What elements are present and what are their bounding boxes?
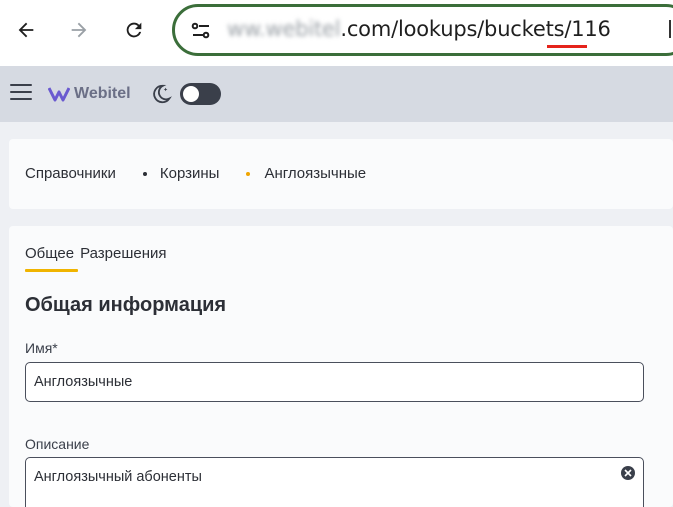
breadcrumb-item-buckets[interactable]: Корзины <box>160 165 220 182</box>
forward-button[interactable] <box>63 14 95 46</box>
menu-icon[interactable] <box>10 84 32 102</box>
url-path: .com/lookups/buckets/ <box>340 17 572 41</box>
toggle-knob <box>183 86 199 102</box>
description-label: Описание <box>25 436 90 452</box>
url-id-underline <box>547 45 587 48</box>
breadcrumb-item-current: Англоязычные <box>264 165 367 182</box>
name-value: Англоязычные <box>34 374 133 390</box>
address-bar[interactable]: ww.webitel.com/lookups/buckets/116 <box>172 4 673 56</box>
tabs: Общее Разрешения <box>25 245 173 272</box>
url-id: 116 <box>571 17 611 41</box>
name-field[interactable]: Англоязычные <box>25 362 644 402</box>
breadcrumb-item-directories[interactable]: Справочники <box>25 165 116 182</box>
url-text: ww.webitel.com/lookups/buckets/116 <box>227 17 611 41</box>
section-title: Общая информация <box>25 294 227 316</box>
main-card: Общее Разрешения Общая информация Имя* А… <box>9 226 673 507</box>
theme-toggle[interactable] <box>180 83 221 105</box>
logo-text: Webitel <box>74 85 131 102</box>
arrow-left-icon <box>18 22 34 38</box>
toolbar-edge <box>669 20 671 38</box>
breadcrumb-card: Справочники Корзины Англоязычные <box>9 139 673 209</box>
site-settings-icon[interactable] <box>189 19 213 43</box>
clear-icon[interactable] <box>621 466 635 480</box>
description-field[interactable]: Англоязычный абоненты <box>25 457 644 507</box>
tab-permissions[interactable]: Разрешения <box>80 245 166 272</box>
webitel-logo-icon <box>48 87 70 102</box>
reload-icon <box>126 22 142 38</box>
back-button[interactable] <box>10 14 42 46</box>
url-host-blurred: ww.webitel <box>227 17 341 41</box>
breadcrumb-separator <box>142 171 147 176</box>
webitel-logo[interactable]: Webitel <box>48 82 131 106</box>
name-label: Имя* <box>25 340 58 356</box>
breadcrumb-separator-active <box>246 171 251 176</box>
arrow-right-icon <box>71 22 87 38</box>
browser-toolbar: ww.webitel.com/lookups/buckets/116 <box>0 0 673 64</box>
tab-general[interactable]: Общее <box>25 245 79 272</box>
description-value: Англоязычный абоненты <box>34 469 202 485</box>
moon-icon <box>153 84 172 104</box>
reload-button[interactable] <box>118 14 150 46</box>
breadcrumb: Справочники Корзины Англоязычные <box>25 165 366 182</box>
app-header: Webitel <box>0 66 673 122</box>
